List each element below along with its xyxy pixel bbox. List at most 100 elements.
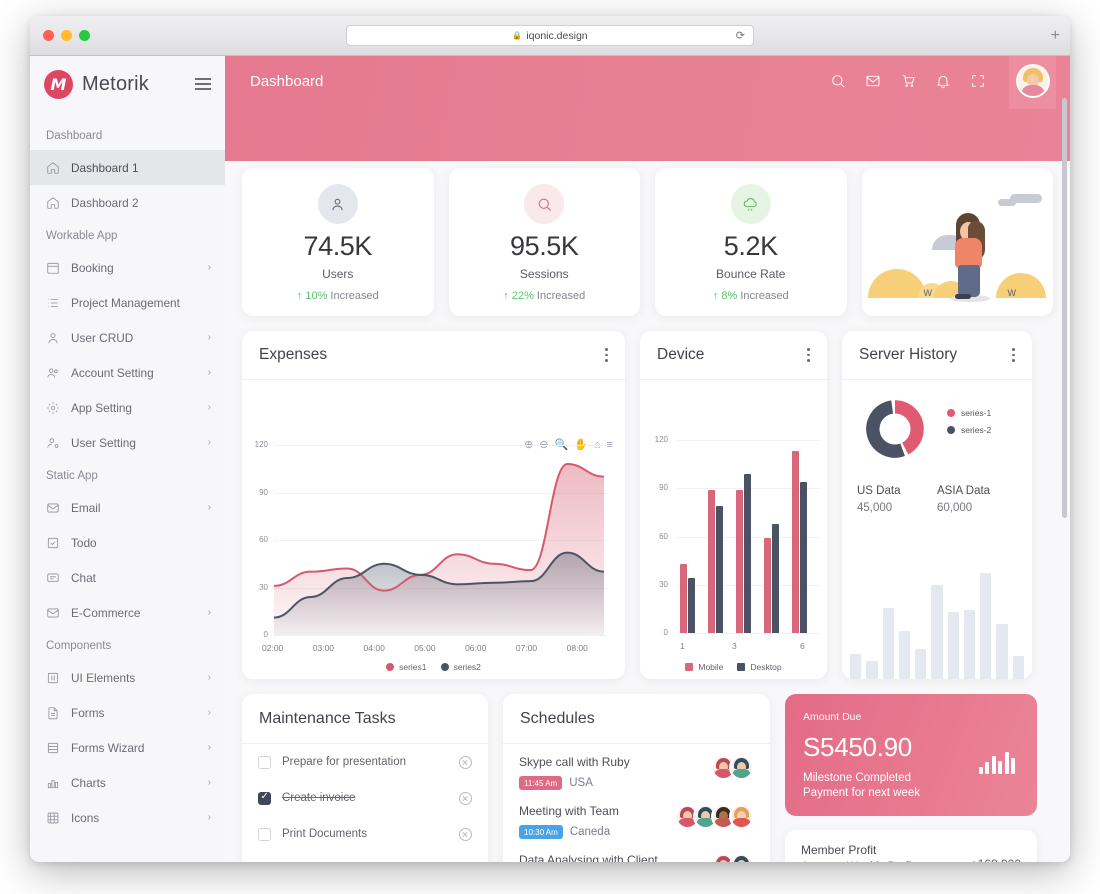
sidebar-item-charts[interactable]: Charts › <box>30 765 225 800</box>
close-circle-icon[interactable] <box>459 791 472 805</box>
x-axis-tick: 02:00 <box>262 643 284 653</box>
schedule-time-badge: 11:45 Am <box>519 776 563 790</box>
kebab-icon[interactable] <box>807 348 810 362</box>
member-profit-card: Member Profit Average Weekly Profit +168… <box>785 830 1037 862</box>
activity-bar <box>915 649 927 679</box>
device-title: Device <box>657 346 705 363</box>
home-icon <box>46 161 60 175</box>
server-stat-value: 45,000 <box>857 502 893 514</box>
window-controls[interactable] <box>30 30 90 41</box>
bar-chart-icon <box>978 748 1015 774</box>
bar-desktop <box>688 578 695 633</box>
task-row[interactable]: Print Documents <box>242 816 488 852</box>
browser-chrome-bar: 🔒 iqonic.design ⟳ + <box>30 16 1070 56</box>
close-window-button[interactable] <box>43 30 54 41</box>
sidebar-item-user-crud[interactable]: User CRUD › <box>30 320 225 355</box>
sidebar-item-dashboard-1[interactable]: Dashboard 1 <box>30 150 225 185</box>
sidebar-item-label: User Setting <box>71 435 136 450</box>
sidebar-item-forms-wizard[interactable]: Forms Wizard › <box>30 730 225 765</box>
gridline <box>274 635 607 636</box>
chevron-right-icon: › <box>207 262 211 273</box>
legend-item[interactable]: series-1 <box>947 408 991 418</box>
menu-icon[interactable]: ≡ <box>607 440 613 451</box>
x-axis-tick: 06:00 <box>465 643 487 653</box>
legend-item[interactable]: series1 <box>386 662 427 672</box>
page-scrollbar[interactable] <box>1062 98 1067 518</box>
x-axis-tick: 08:00 <box>566 643 588 653</box>
task-row[interactable]: Prepare for presentation <box>242 744 488 780</box>
member-profit-subtitle: Average Weekly Profit <box>801 861 971 862</box>
activity-bar <box>996 623 1008 679</box>
charts-row: Expenses ⊕ ⊖ 🔍 ✋ ⌂ ≡ <box>242 331 1053 679</box>
cloud-rain-icon <box>730 184 771 224</box>
schedule-row[interactable]: Skype call with Ruby 11:45 Am USA <box>503 744 770 793</box>
brand[interactable]: M Metorik <box>30 56 225 112</box>
gridline <box>676 633 819 634</box>
kebab-icon[interactable] <box>1012 348 1015 362</box>
sidebar-item-todo[interactable]: Todo <box>30 525 225 560</box>
sidebar-toggle-button[interactable] <box>195 77 211 91</box>
schedule-location: USA <box>569 777 593 789</box>
sidebar-item-booking[interactable]: Booking › <box>30 250 225 285</box>
mail-icon <box>46 501 60 515</box>
activity-bar <box>947 612 959 679</box>
y-axis-tick: 0 <box>263 630 268 639</box>
schedule-title: Data Analysing with Client <box>519 853 658 862</box>
y-axis-tick: 0 <box>663 628 668 637</box>
y-axis-tick: 60 <box>259 535 268 544</box>
minimize-window-button[interactable] <box>61 30 72 41</box>
bar-mobile <box>792 451 799 633</box>
close-circle-icon[interactable] <box>459 827 472 841</box>
schedule-row[interactable]: Meeting with Team 10:30 Am Caneda <box>503 793 770 842</box>
schedule-time-badge: 10:30 Am <box>519 825 563 839</box>
sidebar-item-label: UI Elements <box>71 670 136 685</box>
activity-bar <box>1012 656 1024 679</box>
sidebar-item-e-commerce[interactable]: E-Commerce › <box>30 595 225 630</box>
activity-bar <box>850 653 862 679</box>
close-circle-icon[interactable] <box>459 755 472 769</box>
chevron-right-icon: › <box>207 777 211 788</box>
legend-item[interactable]: series2 <box>440 662 481 672</box>
sidebar-item-account-setting[interactable]: Account Setting › <box>30 355 225 390</box>
sidebar-group-heading: Components <box>46 640 112 652</box>
server-stat-value: 60,000 <box>937 502 973 514</box>
stat-value: 74.5K <box>303 231 373 261</box>
bar-mobile <box>764 538 771 633</box>
y-axis-tick: 30 <box>659 579 668 589</box>
sidebar-item-label: Forms Wizard <box>71 740 145 755</box>
calendar-icon <box>46 261 60 275</box>
server-stats: US Data 45,000 ASIA Data 60,000 <box>842 485 1032 514</box>
sidebar-item-icons[interactable]: Icons › <box>30 800 225 835</box>
sidebar-item-chat[interactable]: Chat <box>30 560 225 595</box>
bar-chart-icon <box>46 776 60 790</box>
legend-item[interactable]: series-2 <box>947 425 991 435</box>
chevron-right-icon: › <box>207 367 211 378</box>
sidebar-item-dashboard-2[interactable]: Dashboard 2 <box>30 185 225 220</box>
task-checkbox[interactable] <box>258 827 271 841</box>
new-tab-button[interactable]: + <box>1051 27 1060 45</box>
task-checkbox[interactable] <box>258 791 271 805</box>
schedule-list: Skype call with Ruby 11:45 Am USA Meeting w… <box>503 744 770 862</box>
kebab-icon[interactable] <box>605 348 608 362</box>
home-icon <box>46 196 60 210</box>
sidebar-item-project-management[interactable]: Project Management <box>30 285 225 320</box>
reload-icon[interactable]: ⟳ <box>736 29 745 42</box>
address-bar[interactable]: 🔒 iqonic.design ⟳ <box>346 25 754 46</box>
task-checkbox[interactable] <box>258 755 271 769</box>
sidebar-item-ui-elements[interactable]: UI Elements › <box>30 660 225 695</box>
sidebar-item-email[interactable]: Email › <box>30 490 225 525</box>
sidebar-item-app-setting[interactable]: App Setting › <box>30 390 225 425</box>
task-label: Print Documents <box>282 828 368 840</box>
expenses-chart: ⊕ ⊖ 🔍 ✋ ⌂ ≡ 030609012002:0003:0004:0005:… <box>242 380 625 679</box>
task-row[interactable]: Create invoice <box>242 780 488 816</box>
task-row[interactable]: Team Meeting on Satuarday <box>242 852 488 862</box>
legend-item[interactable]: Desktop <box>737 662 782 672</box>
y-axis-tick: 30 <box>259 582 268 592</box>
maximize-window-button[interactable] <box>79 30 90 41</box>
sidebar-item-user-setting[interactable]: User Setting › <box>30 425 225 460</box>
x-axis-tick: 04:00 <box>363 643 385 653</box>
activity-bar <box>882 607 894 679</box>
sidebar-item-forms[interactable]: Forms › <box>30 695 225 730</box>
legend-item[interactable]: Mobile <box>685 662 723 672</box>
schedule-row[interactable]: Data Analysing with Client02:00 PmAfrica <box>503 842 770 862</box>
